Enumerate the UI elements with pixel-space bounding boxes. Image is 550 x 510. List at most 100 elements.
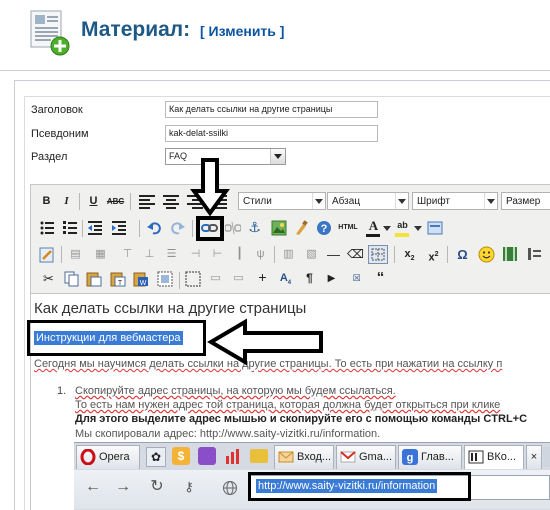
- tab-label: ВКо...: [487, 451, 517, 463]
- insert-row-after-icon[interactable]: ⊥: [140, 245, 159, 264]
- underline-button[interactable]: U: [84, 192, 103, 211]
- bullet-list-icon[interactable]: [40, 221, 54, 235]
- stats-icon[interactable]: [224, 447, 244, 465]
- absolute-position-icon[interactable]: +: [253, 268, 272, 287]
- horizontal-rule-icon[interactable]: —: [324, 245, 343, 264]
- outdent-icon[interactable]: [88, 221, 102, 235]
- tab-close-button[interactable]: ×: [526, 445, 542, 469]
- text-color-icon[interactable]: A: [364, 216, 383, 235]
- styles-select[interactable]: Стили: [238, 192, 326, 210]
- gmail-icon: [340, 451, 356, 463]
- back-icon[interactable]: ←: [82, 476, 104, 498]
- step-line-2: То есть нам нужен адрес той страница, ко…: [75, 399, 501, 411]
- edit-link[interactable]: [ Изменить ]: [200, 23, 284, 39]
- bookmark-icon[interactable]: [198, 447, 216, 465]
- cut-icon[interactable]: ✂: [39, 269, 58, 288]
- move-backward-icon[interactable]: ▭: [229, 269, 248, 288]
- section-label: Раздел: [31, 151, 68, 163]
- paste-icon[interactable]: [86, 271, 102, 287]
- align-center-icon[interactable]: [163, 195, 179, 209]
- help-icon[interactable]: ?: [316, 220, 332, 236]
- superscript-button[interactable]: x2: [424, 245, 443, 264]
- cell-properties-icon[interactable]: ▦: [91, 245, 110, 264]
- alias-field[interactable]: kak-delat-ssilki: [165, 125, 378, 142]
- tab-opera[interactable]: Opera: [76, 445, 140, 469]
- tab-mail[interactable]: Вход...: [274, 445, 334, 469]
- strikethrough-button[interactable]: ABC: [106, 192, 125, 211]
- forward-icon[interactable]: →: [112, 476, 134, 498]
- tab-vk[interactable]: ВКо...: [464, 445, 524, 469]
- delete-row-icon[interactable]: ☰: [162, 245, 181, 264]
- title-label: Заголовок: [31, 104, 83, 116]
- merge-cells-icon[interactable]: ▥: [279, 245, 298, 264]
- visual-aid-icon: [371, 248, 385, 261]
- cleanup-icon[interactable]: [293, 220, 309, 236]
- annotation-box-url: [248, 472, 471, 501]
- insert-row-before-icon[interactable]: ⊤: [118, 245, 137, 264]
- puzzle-icon[interactable]: ✿: [146, 447, 166, 467]
- blockquote-icon[interactable]: “: [371, 268, 390, 287]
- row-props-icon[interactable]: ▧: [302, 245, 321, 264]
- google-icon: g: [402, 449, 418, 465]
- paste-word-icon[interactable]: W: [133, 271, 149, 287]
- chevron-down-icon[interactable]: [414, 226, 422, 231]
- svg-text:W: W: [140, 280, 147, 287]
- special-char-icon[interactable]: Ω: [453, 245, 472, 264]
- chevron-down-icon[interactable]: [383, 226, 391, 231]
- insert-col-after-icon[interactable]: ⊢: [208, 245, 227, 264]
- paragraph-select[interactable]: Абзац: [327, 192, 409, 210]
- nonbreaking-space-icon[interactable]: ▶: [322, 269, 341, 288]
- key-icon[interactable]: ⚷: [178, 476, 200, 498]
- insert-image-icon[interactable]: [271, 220, 287, 236]
- style-props-icon[interactable]: A4: [276, 269, 295, 288]
- rtl-icon[interactable]: [526, 246, 542, 262]
- template-icon[interactable]: [427, 220, 443, 236]
- dollar-icon[interactable]: $: [172, 447, 190, 465]
- title-field[interactable]: Как делать ссылки на другие страницы: [165, 101, 378, 118]
- split-cells-icon[interactable]: ψ: [251, 245, 270, 264]
- select-all-icon[interactable]: [157, 271, 173, 287]
- anchor-icon[interactable]: ⚓: [245, 218, 264, 237]
- html-source-button[interactable]: HTML: [336, 218, 360, 237]
- delete-col-icon[interactable]: ┃: [230, 245, 249, 264]
- show-blocks-icon[interactable]: ¶: [300, 269, 319, 288]
- tab-overflow-button[interactable]: [543, 447, 550, 467]
- indent-icon[interactable]: [112, 221, 126, 235]
- page-header: Материал: [ Изменить ]: [0, 0, 550, 72]
- paste-text-icon[interactable]: T: [110, 271, 126, 287]
- emoticon-icon[interactable]: [478, 246, 495, 263]
- folder-icon[interactable]: [250, 449, 268, 463]
- visual-aid-button[interactable]: [368, 245, 388, 264]
- size-select[interactable]: Размер: [501, 192, 550, 210]
- highlight-color-swatch: [395, 233, 409, 237]
- redo-icon[interactable]: [171, 221, 185, 235]
- tab-gmail[interactable]: Gma...: [336, 445, 396, 469]
- font-select-label: Шрифт: [417, 196, 450, 207]
- undo-icon[interactable]: [147, 221, 161, 235]
- remove-format-icon[interactable]: ⌫: [346, 245, 365, 264]
- styles-select-label: Стили: [243, 196, 272, 207]
- toolbar-separator: [139, 220, 140, 237]
- italic-button[interactable]: I: [57, 192, 76, 211]
- numbered-list-icon[interactable]: [63, 221, 77, 235]
- annotation-box-selection: [27, 320, 206, 356]
- copy-icon[interactable]: [64, 271, 80, 287]
- svg-text:?: ?: [321, 223, 328, 235]
- move-forward-icon[interactable]: ▭: [206, 269, 225, 288]
- insert-col-before-icon[interactable]: ⊣: [186, 245, 205, 264]
- media-icon[interactable]: [502, 246, 518, 262]
- tab-google[interactable]: g Глав...: [398, 445, 462, 469]
- vk-icon: [468, 450, 484, 464]
- table-properties-icon[interactable]: ▤: [66, 245, 85, 264]
- toolbar-separator: [274, 246, 275, 263]
- align-left-icon[interactable]: [139, 195, 155, 209]
- subscript-button[interactable]: x2: [400, 245, 419, 264]
- svg-text:g: g: [407, 452, 414, 464]
- font-select[interactable]: Шрифт: [412, 192, 498, 210]
- bold-button[interactable]: B: [37, 192, 56, 211]
- reload-icon[interactable]: ↻: [146, 476, 168, 498]
- globe-icon[interactable]: [222, 480, 238, 496]
- edit-css-icon[interactable]: [39, 247, 55, 263]
- spellcheck-icon[interactable]: ☒: [347, 269, 366, 288]
- insert-layer-icon[interactable]: [185, 271, 201, 287]
